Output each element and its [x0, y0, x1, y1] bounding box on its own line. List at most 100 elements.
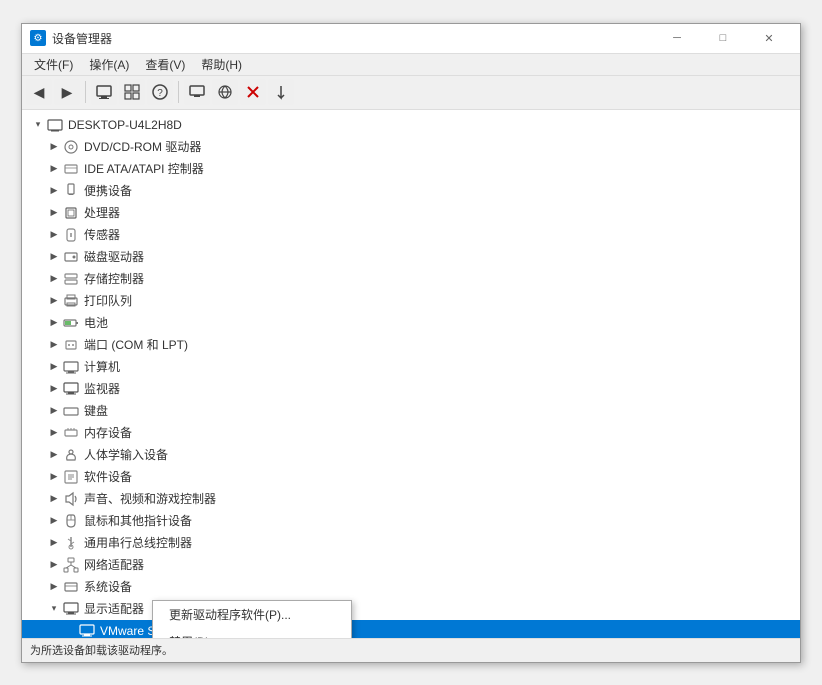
sensor-label: 传感器 — [84, 226, 120, 243]
toolbar-refresh[interactable] — [268, 79, 294, 105]
network-tree-icon — [62, 556, 80, 574]
ctx-update[interactable]: 更新驱动程序软件(P)... — [153, 601, 351, 628]
tree-item-display[interactable]: ▾ 显示适配器 — [22, 598, 800, 620]
vmware-icon — [78, 622, 96, 638]
expand-computer[interactable]: ▶ — [46, 359, 62, 375]
expand-monitor[interactable]: ▶ — [46, 381, 62, 397]
tree-item-software[interactable]: ▶ 软件设备 — [22, 466, 800, 488]
tree-item-mouse[interactable]: ▶ 鼠标和其他指针设备 — [22, 510, 800, 532]
tree-item-network[interactable]: ▶ 网络适配器 — [22, 554, 800, 576]
menu-file[interactable]: 文件(F) — [26, 54, 81, 75]
memory-icon — [62, 424, 80, 442]
toolbar-delete[interactable] — [240, 79, 266, 105]
system-label: 系统设备 — [84, 578, 132, 595]
expand-audio[interactable]: ▶ — [46, 491, 62, 507]
tree-item-print[interactable]: ▶ 打印队列 — [22, 290, 800, 312]
expand-portable[interactable]: ▶ — [46, 183, 62, 199]
expand-cpu[interactable]: ▶ — [46, 205, 62, 221]
device-tree[interactable]: ▾ DESKTOP-U4L2H8D ▶ DVD/CD-ROM 驱动器 ▶ — [22, 110, 800, 638]
computer-tree-icon — [62, 358, 80, 376]
keyboard-label: 键盘 — [84, 402, 108, 419]
battery-icon — [62, 314, 80, 332]
maximize-button[interactable]: □ — [700, 23, 746, 53]
dvd-icon — [62, 138, 80, 156]
port-icon — [62, 336, 80, 354]
tree-item-portable[interactable]: ▶ 便携设备 — [22, 180, 800, 202]
expand-sensor[interactable]: ▶ — [46, 227, 62, 243]
tree-item-port[interactable]: ▶ 端口 (COM 和 LPT) — [22, 334, 800, 356]
tree-item-dvd[interactable]: ▶ DVD/CD-ROM 驱动器 — [22, 136, 800, 158]
window-controls: ─ □ ✕ — [654, 23, 792, 53]
tree-item-sensor[interactable]: ▶ 传感器 — [22, 224, 800, 246]
tree-item-monitor[interactable]: ▶ 监视器 — [22, 378, 800, 400]
expand-mouse[interactable]: ▶ — [46, 513, 62, 529]
disk-icon — [62, 248, 80, 266]
menu-action[interactable]: 操作(A) — [81, 54, 137, 75]
title-bar-left: ⚙ 设备管理器 — [30, 30, 112, 47]
toolbar-computer[interactable] — [91, 79, 117, 105]
tree-item-keyboard[interactable]: ▶ 键盘 — [22, 400, 800, 422]
toolbar-help[interactable]: ? — [147, 79, 173, 105]
audio-icon — [62, 490, 80, 508]
portable-icon — [62, 182, 80, 200]
expand-dvd[interactable]: ▶ — [46, 139, 62, 155]
tree-item-system[interactable]: ▶ 系统设备 — [22, 576, 800, 598]
computer-icon — [96, 84, 112, 100]
help-icon: ? — [152, 84, 168, 100]
display-label: 显示适配器 — [84, 600, 144, 617]
monitor-tree-icon — [62, 380, 80, 398]
expand-vmware — [62, 623, 78, 638]
expand-ide[interactable]: ▶ — [46, 161, 62, 177]
ide-icon — [62, 160, 80, 178]
tree-item-ide[interactable]: ▶ IDE ATA/ATAPI 控制器 — [22, 158, 800, 180]
tree-item-disk[interactable]: ▶ 磁盘驱动器 — [22, 246, 800, 268]
expand-usb[interactable]: ▶ — [46, 535, 62, 551]
toolbar-monitor[interactable] — [184, 79, 210, 105]
menu-view[interactable]: 查看(V) — [137, 54, 193, 75]
expand-keyboard[interactable]: ▶ — [46, 403, 62, 419]
expand-hid[interactable]: ▶ — [46, 447, 62, 463]
tree-item-storage[interactable]: ▶ 存储控制器 — [22, 268, 800, 290]
close-button[interactable]: ✕ — [746, 23, 792, 53]
expand-print[interactable]: ▶ — [46, 293, 62, 309]
tree-item-audio[interactable]: ▶ 声音、视频和游戏控制器 — [22, 488, 800, 510]
disk-label: 磁盘驱动器 — [84, 248, 144, 265]
ctx-disable[interactable]: 禁用(D) — [153, 628, 351, 638]
tree-item-computer[interactable]: ▶ 计算机 — [22, 356, 800, 378]
expand-battery[interactable]: ▶ — [46, 315, 62, 331]
expand-display[interactable]: ▾ — [46, 601, 62, 617]
cpu-icon — [62, 204, 80, 222]
status-bar: 为所选设备卸载该驱动程序。 — [22, 638, 800, 662]
toolbar-back[interactable]: ◀ — [26, 79, 52, 105]
refresh-icon — [273, 84, 289, 100]
tree-item-usb[interactable]: ▶ 通用串行总线控制器 — [22, 532, 800, 554]
toolbar-separator-1 — [85, 81, 86, 103]
expand-memory[interactable]: ▶ — [46, 425, 62, 441]
hid-label: 人体学输入设备 — [84, 446, 168, 463]
monitor-label: 监视器 — [84, 380, 120, 397]
print-label: 打印队列 — [84, 292, 132, 309]
toolbar-network[interactable] — [212, 79, 238, 105]
expand-software[interactable]: ▶ — [46, 469, 62, 485]
tree-item-memory[interactable]: ▶ 内存设备 — [22, 422, 800, 444]
delete-icon — [245, 84, 261, 100]
tree-item-battery[interactable]: ▶ 电池 — [22, 312, 800, 334]
toolbar-show-all[interactable] — [119, 79, 145, 105]
memory-label: 内存设备 — [84, 424, 132, 441]
tree-item-hid[interactable]: ▶ 人体学输入设备 — [22, 444, 800, 466]
toolbar-separator-2 — [178, 81, 179, 103]
tree-root[interactable]: ▾ DESKTOP-U4L2H8D — [22, 114, 800, 136]
tree-item-vmware[interactable]: VMware SVGA — [22, 620, 800, 638]
hid-icon — [62, 446, 80, 464]
expand-root[interactable]: ▾ — [30, 117, 46, 133]
expand-network[interactable]: ▶ — [46, 557, 62, 573]
expand-disk[interactable]: ▶ — [46, 249, 62, 265]
computer-label: 计算机 — [84, 358, 120, 375]
minimize-button[interactable]: ─ — [654, 23, 700, 53]
expand-storage[interactable]: ▶ — [46, 271, 62, 287]
menu-help[interactable]: 帮助(H) — [193, 54, 250, 75]
expand-port[interactable]: ▶ — [46, 337, 62, 353]
expand-system[interactable]: ▶ — [46, 579, 62, 595]
toolbar-forward[interactable]: ▶ — [54, 79, 80, 105]
tree-item-cpu[interactable]: ▶ 处理器 — [22, 202, 800, 224]
